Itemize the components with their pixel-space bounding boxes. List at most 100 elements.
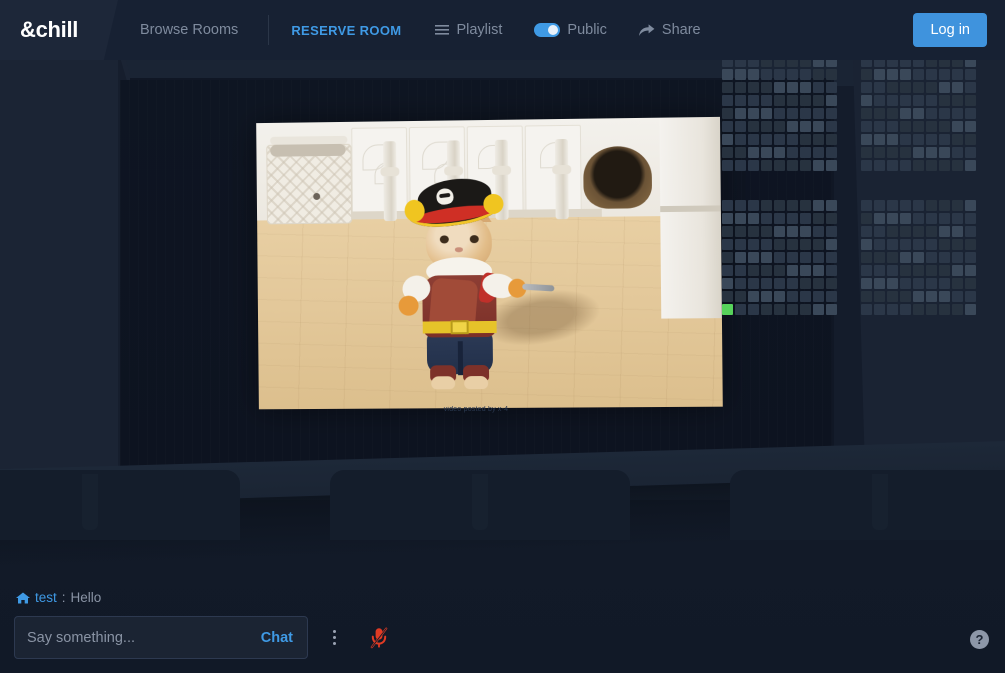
seat[interactable] xyxy=(826,108,837,119)
seat[interactable] xyxy=(761,69,772,80)
seat[interactable] xyxy=(774,121,785,132)
seat[interactable] xyxy=(735,134,746,145)
seat[interactable] xyxy=(748,213,759,224)
seat[interactable] xyxy=(965,200,976,211)
seat[interactable] xyxy=(748,252,759,263)
seat[interactable] xyxy=(774,252,785,263)
seat[interactable] xyxy=(748,134,759,145)
seat[interactable] xyxy=(965,304,976,315)
seat[interactable] xyxy=(874,95,885,106)
seat-block-left-lower[interactable] xyxy=(722,200,837,315)
seat[interactable] xyxy=(926,134,937,145)
seat[interactable] xyxy=(748,226,759,237)
seat[interactable] xyxy=(874,239,885,250)
seat[interactable] xyxy=(774,226,785,237)
seat[interactable] xyxy=(787,108,798,119)
seat[interactable] xyxy=(722,95,733,106)
seat[interactable] xyxy=(939,95,950,106)
seat[interactable] xyxy=(861,121,872,132)
seat[interactable] xyxy=(722,134,733,145)
seat[interactable] xyxy=(900,304,911,315)
seat[interactable] xyxy=(887,147,898,158)
seat[interactable] xyxy=(926,226,937,237)
seat[interactable] xyxy=(965,121,976,132)
seat[interactable] xyxy=(900,278,911,289)
seat[interactable] xyxy=(965,69,976,80)
seat[interactable] xyxy=(939,134,950,145)
seat[interactable] xyxy=(826,265,837,276)
seat[interactable] xyxy=(965,160,976,171)
seat[interactable] xyxy=(952,200,963,211)
seat[interactable] xyxy=(861,134,872,145)
seat[interactable] xyxy=(813,134,824,145)
seat[interactable] xyxy=(913,291,924,302)
seat[interactable] xyxy=(748,200,759,211)
seat[interactable] xyxy=(735,69,746,80)
seat[interactable] xyxy=(887,160,898,171)
seat[interactable] xyxy=(861,213,872,224)
seat[interactable] xyxy=(926,147,937,158)
seat[interactable] xyxy=(952,213,963,224)
seat[interactable] xyxy=(800,252,811,263)
seat[interactable] xyxy=(874,121,885,132)
seat[interactable] xyxy=(748,69,759,80)
seat[interactable] xyxy=(735,291,746,302)
seat[interactable] xyxy=(952,239,963,250)
nav-public-toggle[interactable]: Public xyxy=(534,22,607,38)
seat[interactable] xyxy=(952,304,963,315)
seat[interactable] xyxy=(913,134,924,145)
seat[interactable] xyxy=(926,304,937,315)
seat[interactable] xyxy=(826,95,837,106)
seat[interactable] xyxy=(735,108,746,119)
nav-playlist[interactable]: Playlist xyxy=(435,22,502,38)
seat[interactable] xyxy=(787,82,798,93)
seat[interactable] xyxy=(722,69,733,80)
seat[interactable] xyxy=(826,213,837,224)
seat[interactable] xyxy=(748,278,759,289)
seat[interactable] xyxy=(774,239,785,250)
seat[interactable] xyxy=(952,134,963,145)
seat[interactable] xyxy=(913,239,924,250)
seat[interactable] xyxy=(761,121,772,132)
seat[interactable] xyxy=(874,69,885,80)
seat[interactable] xyxy=(965,147,976,158)
seat[interactable] xyxy=(813,278,824,289)
seat[interactable] xyxy=(826,121,837,132)
seat[interactable] xyxy=(748,121,759,132)
seat[interactable] xyxy=(787,95,798,106)
seat[interactable] xyxy=(761,108,772,119)
seat[interactable] xyxy=(874,226,885,237)
seat[interactable] xyxy=(800,69,811,80)
seat[interactable] xyxy=(800,291,811,302)
seat[interactable] xyxy=(887,213,898,224)
seat[interactable] xyxy=(900,108,911,119)
seat[interactable] xyxy=(913,69,924,80)
seat[interactable] xyxy=(774,304,785,315)
seat[interactable] xyxy=(748,265,759,276)
seat[interactable] xyxy=(774,69,785,80)
seat[interactable] xyxy=(926,265,937,276)
seat[interactable] xyxy=(952,252,963,263)
seat[interactable] xyxy=(965,239,976,250)
seat[interactable] xyxy=(874,291,885,302)
microphone-mute-button[interactable] xyxy=(362,616,396,659)
seat[interactable] xyxy=(874,304,885,315)
seat[interactable] xyxy=(826,200,837,211)
seat[interactable] xyxy=(774,134,785,145)
seat[interactable] xyxy=(952,278,963,289)
seat[interactable] xyxy=(965,213,976,224)
seat[interactable] xyxy=(761,147,772,158)
seat[interactable] xyxy=(800,108,811,119)
seat[interactable] xyxy=(722,160,733,171)
seat[interactable] xyxy=(939,265,950,276)
seat[interactable] xyxy=(913,108,924,119)
seat[interactable] xyxy=(939,160,950,171)
seat[interactable] xyxy=(761,95,772,106)
seat[interactable] xyxy=(800,82,811,93)
seat[interactable] xyxy=(774,108,785,119)
seat[interactable] xyxy=(887,291,898,302)
seat[interactable] xyxy=(800,304,811,315)
seat[interactable] xyxy=(900,265,911,276)
seat[interactable] xyxy=(913,304,924,315)
seat[interactable] xyxy=(787,134,798,145)
